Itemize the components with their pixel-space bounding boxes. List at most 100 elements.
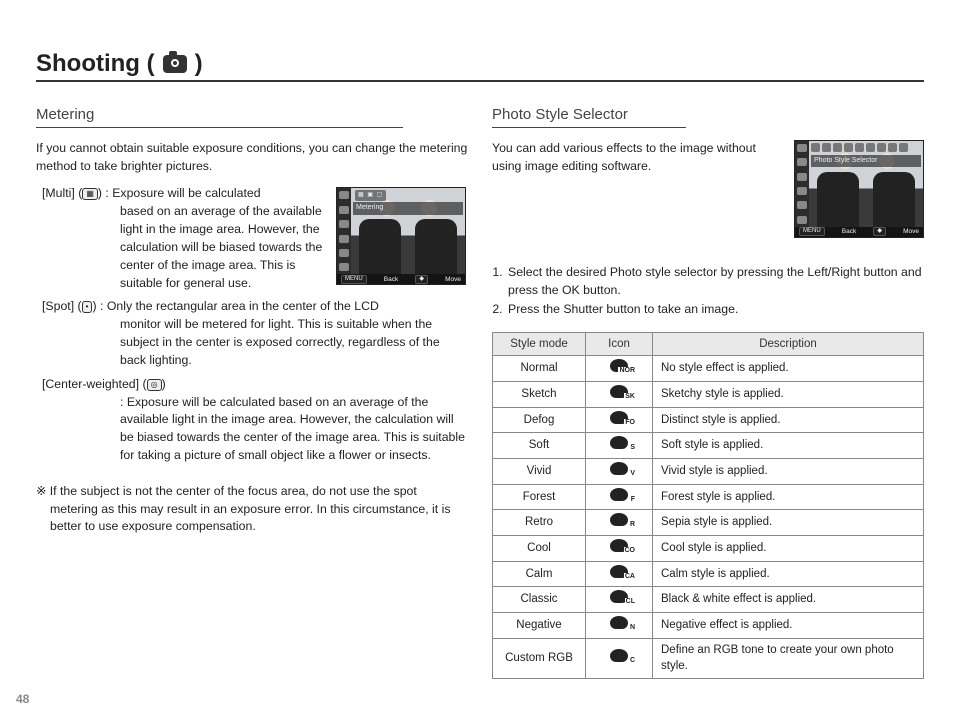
mode-label: [Spot] ( xyxy=(42,299,82,313)
cell-description: Soft style is applied. xyxy=(653,433,924,459)
mode-glyph-icon: ◎ xyxy=(147,379,162,391)
metering-note: ※ If the subject is not the center of th… xyxy=(36,483,468,536)
right-column: Photo Style Selector You can add various… xyxy=(492,104,924,679)
mode-glyph-icon: ▦ xyxy=(82,188,98,200)
cell-description: Define an RGB tone to create your own ph… xyxy=(653,638,924,678)
table-row: Normal No style effect is applied. xyxy=(493,356,924,382)
cell-description: Negative effect is applied. xyxy=(653,612,924,638)
metering-mode: [Center-weighted] (◎): Exposure will be … xyxy=(36,376,468,465)
move-label: Move xyxy=(903,227,919,236)
table-row: Calm Calm style is applied. xyxy=(493,561,924,587)
palette-icon xyxy=(610,513,628,526)
table-row: Classic Black & white effect is applied. xyxy=(493,587,924,613)
th-mode: Style mode xyxy=(493,332,586,356)
table-row: Retro Sepia style is applied. xyxy=(493,510,924,536)
photostyle-lcd-preview: Photo Style Selector MENU Back ◆ Move xyxy=(794,140,924,238)
manual-page: Shooting ( ) Metering If you cannot obta… xyxy=(0,0,954,720)
step-item: Press the Shutter button to take an imag… xyxy=(506,301,924,319)
cell-style-mode: Sketch xyxy=(493,381,586,407)
palette-icon xyxy=(610,565,628,578)
table-header-row: Style mode Icon Description xyxy=(493,332,924,356)
cell-description: Black & white effect is applied. xyxy=(653,587,924,613)
lcd-photo xyxy=(809,141,923,227)
photostyle-intro: You can add various effects to the image… xyxy=(492,140,784,176)
palette-icon xyxy=(610,649,628,662)
photostyle-table: Style mode Icon Description Normal No sty… xyxy=(492,332,924,679)
metering-mode: [Spot] (•) : Only the rectangular area i… xyxy=(36,298,468,369)
table-row: Vivid Vivid style is applied. xyxy=(493,458,924,484)
th-icon: Icon xyxy=(586,332,653,356)
palette-icon xyxy=(610,436,628,449)
cell-style-mode: Retro xyxy=(493,510,586,536)
menu-button-label: MENU xyxy=(799,227,825,236)
palette-icon xyxy=(610,488,628,501)
cell-style-mode: Normal xyxy=(493,356,586,382)
metering-body: ▦ ▣ ▢ Metering MENU Back ◆ Move [Multi] … xyxy=(36,185,468,470)
cell-description: No style effect is applied. xyxy=(653,356,924,382)
palette-icon xyxy=(610,539,628,552)
cell-style-mode: Soft xyxy=(493,433,586,459)
cell-icon xyxy=(586,587,653,613)
page-title: Shooting ( ) xyxy=(36,50,924,82)
lcd-photo xyxy=(351,188,465,274)
palette-icon xyxy=(610,462,628,475)
cell-icon xyxy=(586,433,653,459)
cell-style-mode: Forest xyxy=(493,484,586,510)
nav-key-icon: ◆ xyxy=(415,275,428,284)
photostyle-heading: Photo Style Selector xyxy=(492,104,686,128)
table-row: Sketch Sketchy style is applied. xyxy=(493,381,924,407)
back-label: Back xyxy=(384,275,398,284)
lcd-topbar: ▦ ▣ ▢ xyxy=(355,190,386,201)
cell-description: Sketchy style is applied. xyxy=(653,381,924,407)
title-prefix: Shooting ( xyxy=(36,50,155,78)
cell-description: Vivid style is applied. xyxy=(653,458,924,484)
cell-style-mode: Defog xyxy=(493,407,586,433)
cell-style-mode: Calm xyxy=(493,561,586,587)
cell-description: Sepia style is applied. xyxy=(653,510,924,536)
mode-label-end: ) : Exposure will be calculated xyxy=(98,186,261,200)
table-row: Cool Cool style is applied. xyxy=(493,535,924,561)
metering-intro: If you cannot obtain suitable exposure c… xyxy=(36,140,468,176)
mode-description: monitor will be metered for light. This … xyxy=(42,316,468,369)
cell-style-mode: Negative xyxy=(493,612,586,638)
cell-description: Distinct style is applied. xyxy=(653,407,924,433)
lcd-side-icons xyxy=(795,141,809,227)
cell-style-mode: Cool xyxy=(493,535,586,561)
mode-description: : Exposure will be calculated based on a… xyxy=(42,394,468,465)
th-desc: Description xyxy=(653,332,924,356)
menu-button-label: MENU xyxy=(341,275,367,284)
table-row: Defog Distinct style is applied. xyxy=(493,407,924,433)
mode-label-end: ) : Only the rectangular area in the cen… xyxy=(92,299,378,313)
palette-icon xyxy=(610,385,628,398)
palette-icon xyxy=(610,411,628,424)
nav-key-icon: ◆ xyxy=(873,227,886,236)
palette-icon xyxy=(610,359,628,372)
palette-icon xyxy=(610,616,628,629)
page-number: 48 xyxy=(16,692,29,706)
camera-icon xyxy=(163,55,187,73)
step-item: Select the desired Photo style selector … xyxy=(506,264,924,300)
mode-glyph-icon: • xyxy=(82,301,93,313)
cell-style-mode: Classic xyxy=(493,587,586,613)
cell-style-mode: Custom RGB xyxy=(493,638,586,678)
lcd-top-iconstrip xyxy=(811,143,921,153)
table-row: Custom RGB Define an RGB tone to create y… xyxy=(493,638,924,678)
lcd-bottom-bar: MENU Back ◆ Move xyxy=(337,274,465,284)
cell-icon xyxy=(586,510,653,536)
left-column: Metering If you cannot obtain suitable e… xyxy=(36,104,468,679)
mode-label-end: ) xyxy=(162,377,166,391)
metering-lcd-preview: ▦ ▣ ▢ Metering MENU Back ◆ Move xyxy=(336,187,466,285)
cell-description: Cool style is applied. xyxy=(653,535,924,561)
palette-icon xyxy=(610,590,628,603)
lcd-bottom-bar: MENU Back ◆ Move xyxy=(795,227,923,237)
cell-description: Calm style is applied. xyxy=(653,561,924,587)
cell-style-mode: Vivid xyxy=(493,458,586,484)
photostyle-steps: Select the desired Photo style selector … xyxy=(492,264,924,319)
cell-icon xyxy=(586,381,653,407)
cell-description: Forest style is applied. xyxy=(653,484,924,510)
title-suffix: ) xyxy=(195,50,203,78)
metering-heading: Metering xyxy=(36,104,403,128)
lcd-caption: Photo Style Selector xyxy=(811,155,921,167)
lcd-caption: Metering xyxy=(353,202,463,214)
cell-icon xyxy=(586,356,653,382)
